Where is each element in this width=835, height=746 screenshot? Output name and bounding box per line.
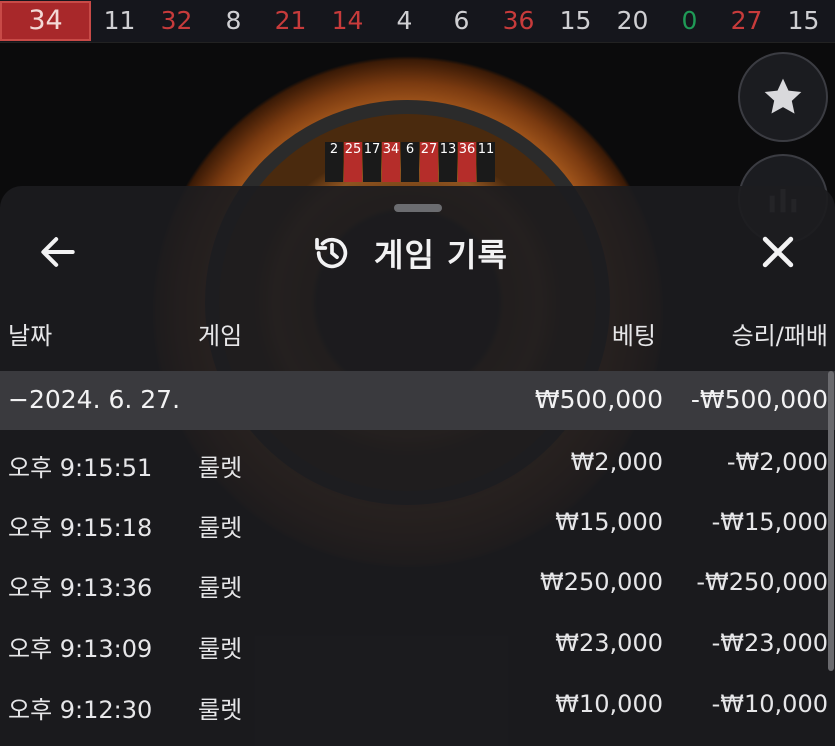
wheel-pocket-number: 34 [382, 142, 400, 182]
row-win-loss: -₩10,000 [711, 690, 828, 718]
history-icon [315, 237, 348, 269]
close-button[interactable] [756, 230, 800, 274]
row-bet: ₩10,000 [555, 690, 663, 718]
arrow-left-icon [41, 237, 75, 267]
table-row[interactable]: 오후 9:15:51 룰렛 ₩2,000 -₩2,000 [0, 436, 835, 496]
row-win-loss: -₩2,000 [726, 448, 828, 476]
row-game: 룰렛 [198, 454, 243, 482]
row-time: 오후 9:13:09 [8, 635, 153, 663]
summary-date: −2024. 6. 27. [8, 385, 181, 414]
result-number: 20 [616, 6, 649, 35]
row-time: 오후 9:15:51 [8, 454, 153, 482]
result-number: 15 [787, 6, 820, 35]
row-bet: ₩23,000 [555, 629, 663, 657]
row-time: 오후 9:15:18 [8, 514, 153, 542]
result-number: 6 [453, 6, 470, 35]
game-history-sheet: 게임 기록 날짜 게임 베팅 승리/패배 −2024. 6. 27. ₩500,… [0, 186, 835, 746]
table-row[interactable]: 오후 9:13:09 룰렛 ₩23,000 -₩23,000 [0, 617, 835, 677]
wheel-pocket-number: 25 [344, 142, 362, 182]
wheel-pocket-number: 2 [325, 142, 343, 182]
column-header-date: 날짜 [8, 322, 53, 350]
result-number: 32 [160, 6, 193, 35]
result-number: 14 [331, 6, 364, 35]
result-number: 21 [274, 6, 307, 35]
wheel-pocket-number: 13 [439, 142, 457, 182]
column-header-win-loss: 승리/패배 [731, 322, 828, 350]
title-group: 게임 기록 [312, 228, 508, 278]
result-number: 27 [730, 6, 763, 35]
row-bet: ₩15,000 [555, 508, 663, 536]
close-icon [762, 236, 794, 268]
wheel-numbers: 2 25 17 34 6 27 13 36 11 [300, 142, 520, 182]
table-row[interactable]: 오후 9:15:18 룰렛 ₩15,000 -₩15,000 [0, 496, 835, 556]
favorite-button[interactable] [738, 52, 828, 142]
row-game: 룰렛 [198, 696, 243, 724]
recent-results-strip: 34 11 32 8 21 14 4 6 36 15 20 0 27 15 [0, 0, 835, 43]
sheet-header: 게임 기록 [0, 218, 835, 288]
wheel-pocket-number: 6 [401, 142, 419, 182]
star-icon [764, 78, 802, 114]
row-win-loss: -₩250,000 [696, 568, 828, 596]
result-number: 8 [225, 6, 242, 35]
row-game: 룰렛 [198, 514, 243, 542]
row-win-loss: -₩15,000 [711, 508, 828, 536]
result-number: 4 [396, 6, 413, 35]
wheel-pocket-number: 27 [420, 142, 438, 182]
page-title: 게임 기록 [374, 236, 508, 274]
wheel-pocket-number: 11 [477, 142, 495, 182]
row-win-loss: -₩23,000 [711, 629, 828, 657]
row-game: 룰렛 [198, 635, 243, 663]
latest-result: 34 [0, 1, 91, 41]
result-number: 0 [681, 6, 698, 35]
result-number: 15 [559, 6, 592, 35]
wheel-pocket-number: 17 [363, 142, 381, 182]
row-time: 오후 9:12:30 [8, 696, 153, 724]
row-bet: ₩2,000 [570, 448, 663, 476]
column-header-game: 게임 [198, 322, 243, 350]
wheel-pocket-number: 36 [458, 142, 476, 182]
summary-bet: ₩500,000 [534, 385, 663, 414]
row-game: 룰렛 [198, 574, 243, 602]
back-button[interactable] [36, 230, 80, 274]
column-header-bet: 베팅 [611, 322, 656, 350]
table-row[interactable]: 오후 9:13:36 룰렛 ₩250,000 -₩250,000 [0, 556, 835, 616]
result-number: 36 [502, 6, 535, 35]
table-row[interactable]: 오후 9:12:30 룰렛 ₩10,000 -₩10,000 [0, 678, 835, 738]
date-summary-row[interactable]: −2024. 6. 27. ₩500,000 -₩500,000 [0, 371, 835, 430]
row-bet: ₩250,000 [540, 568, 663, 596]
result-number: 11 [103, 6, 136, 35]
row-time: 오후 9:13:36 [8, 574, 153, 602]
summary-win-loss: -₩500,000 [690, 385, 828, 414]
sheet-drag-handle[interactable] [394, 204, 442, 212]
